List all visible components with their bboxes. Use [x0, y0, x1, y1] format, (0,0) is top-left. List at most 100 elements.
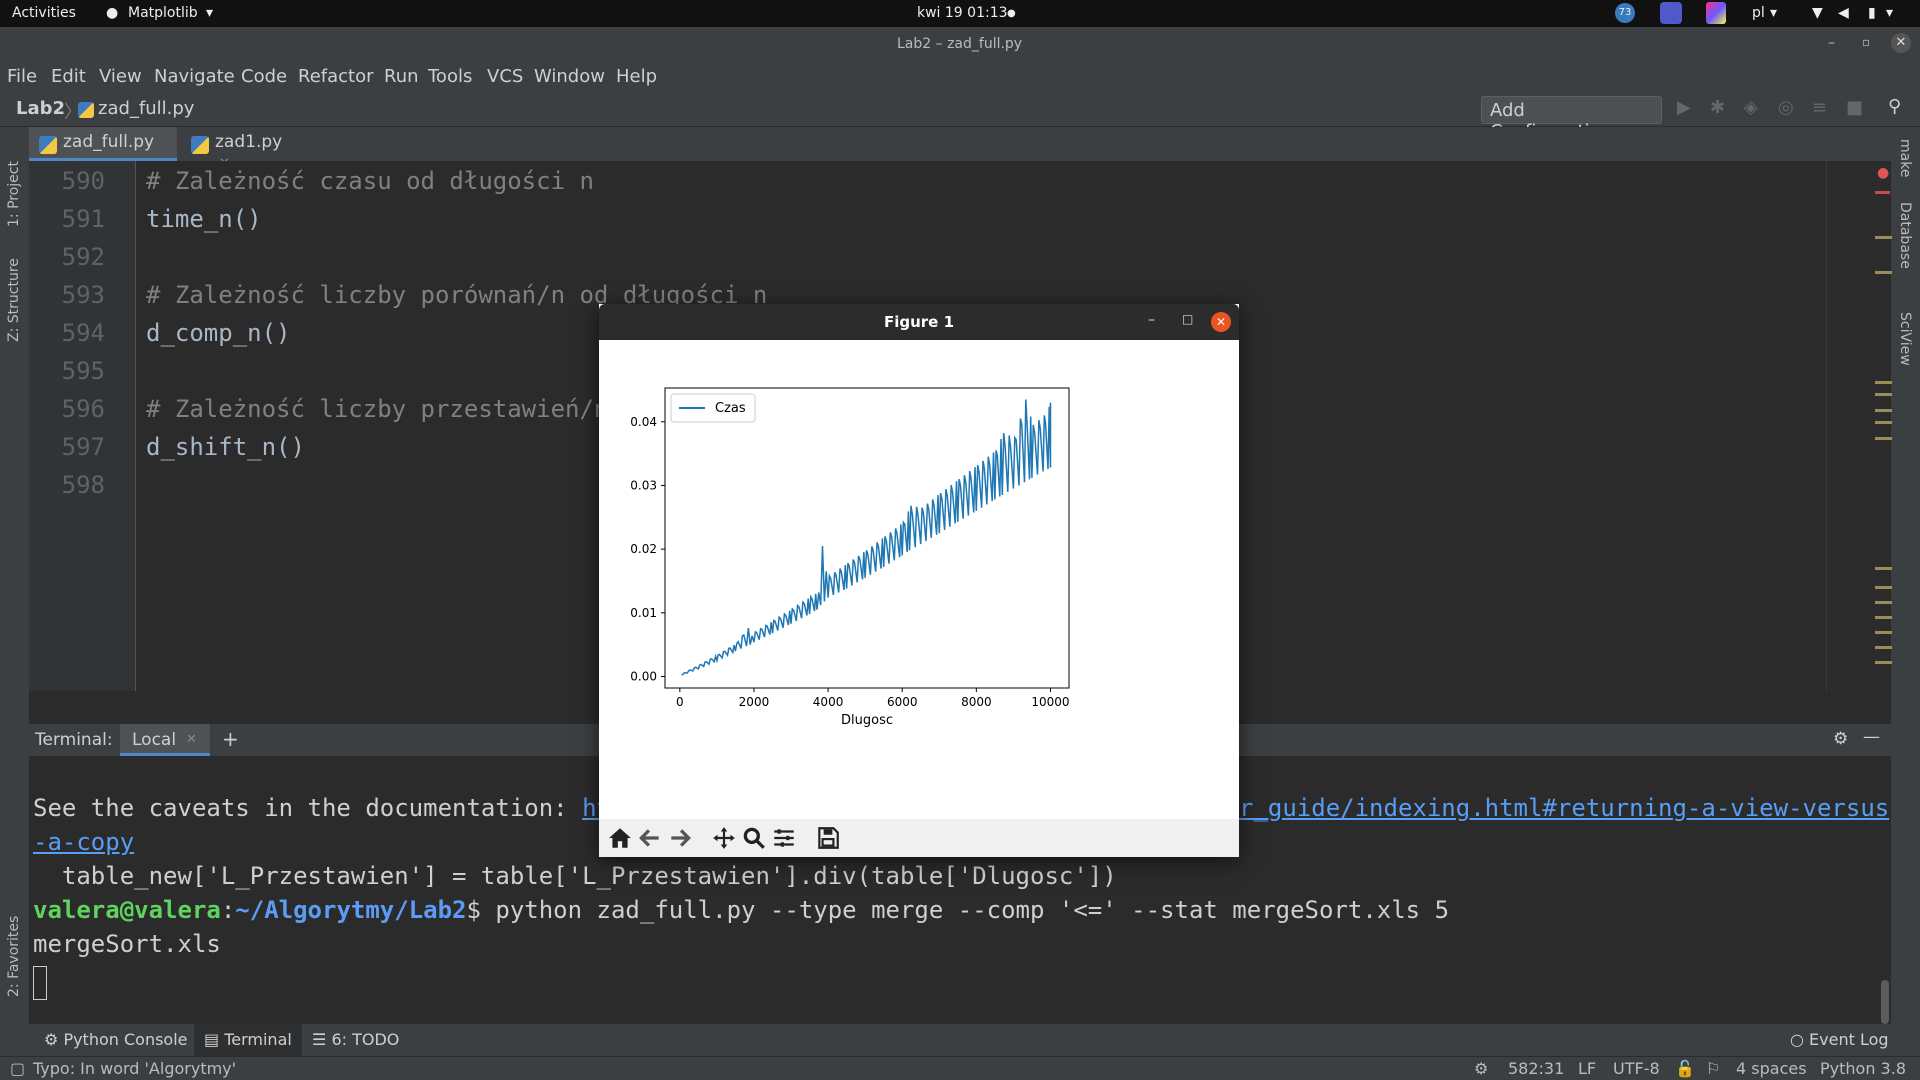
breadcrumb-project[interactable]: Lab2 [16, 98, 65, 119]
event-log-button[interactable]: ○ Event Log [1786, 1024, 1893, 1056]
app-menu-button[interactable]: Matplotlib [128, 5, 198, 21]
caret-position[interactable]: 582:31 [1508, 1059, 1564, 1078]
update-badge[interactable]: 73 [1615, 3, 1635, 23]
activities-button[interactable]: Activities [12, 5, 76, 21]
docs-link[interactable]: r_guide/indexing.html#returning-a-view-v… [1239, 794, 1889, 822]
new-terminal-icon[interactable]: + [222, 727, 239, 751]
toolbox-icon[interactable] [1706, 2, 1726, 24]
maximize-icon[interactable]: □ [1182, 312, 1193, 326]
code-line[interactable]: # Zależność czasu od długości n [146, 167, 594, 195]
menu-run[interactable]: Run [384, 66, 419, 87]
close-tab-icon[interactable]: ✕ [186, 732, 197, 747]
close-icon[interactable]: ✕ [1211, 312, 1231, 332]
warning-marker[interactable] [1875, 381, 1892, 384]
status-toggle-icon[interactable]: ▢ [10, 1059, 25, 1078]
forward-arrow-icon[interactable] [667, 825, 693, 851]
minimize-icon[interactable]: – [1148, 312, 1155, 328]
warning-marker[interactable] [1875, 646, 1892, 649]
code-line[interactable]: # Zależność liczby przestawień/n [146, 395, 608, 423]
teams-icon[interactable] [1660, 2, 1682, 24]
code-line[interactable]: d_shift_n() [146, 433, 305, 461]
file-encoding[interactable]: UTF-8 [1613, 1059, 1660, 1078]
warning-marker[interactable] [1875, 616, 1892, 619]
status-message[interactable]: Typo: In word 'Algorytmy' [33, 1059, 236, 1078]
todo-button[interactable]: ☰ 6: TODO [308, 1024, 403, 1056]
terminal-button[interactable]: ▤ Terminal [194, 1024, 302, 1056]
terminal-scrollbar[interactable] [1881, 980, 1889, 1024]
search-icon[interactable]: ⚲ [1888, 96, 1901, 117]
coverage-icon[interactable]: ◈ [1744, 97, 1758, 118]
database-panel-button[interactable]: Database [1897, 202, 1913, 269]
run-icon[interactable]: ▶ [1677, 97, 1691, 118]
hide-panel-icon[interactable]: — [1863, 727, 1880, 747]
structure-panel-button[interactable]: Z: Structure [6, 258, 22, 342]
warning-marker[interactable] [1875, 421, 1892, 424]
back-arrow-icon[interactable] [637, 825, 663, 851]
tab-zad-full[interactable]: zad_full.py ✕ [29, 127, 177, 171]
profile-icon[interactable]: ◎ [1778, 97, 1794, 118]
menu-edit[interactable]: Edit [51, 66, 86, 87]
configure-subplots-icon[interactable] [771, 825, 797, 851]
indent-setting[interactable]: 4 spaces [1736, 1059, 1807, 1078]
code-line[interactable]: time_n() [146, 205, 262, 233]
tab-zad1[interactable]: zad1.py ✕ [181, 127, 305, 171]
gear-icon[interactable]: ⚙ [1833, 729, 1848, 749]
stop-icon[interactable]: ■ [1846, 97, 1863, 118]
maximize-icon[interactable]: ▫ [1862, 35, 1870, 49]
pan-icon[interactable] [711, 825, 737, 851]
terminal-tab-local[interactable]: Local ✕ [120, 724, 210, 756]
chevron-down-icon[interactable]: ▾ [1886, 5, 1893, 21]
sciview-panel-button[interactable]: SciView [1897, 312, 1913, 366]
make-panel-button[interactable]: make [1897, 139, 1913, 177]
chart-canvas[interactable]: 0 2000 4000 6000 8000 10000 0.00 0.01 0.02 0.03 0.… [599, 340, 1239, 819]
volume-icon[interactable]: ◀ [1838, 5, 1849, 21]
figure-window[interactable]: Figure 1 – □ ✕ 0 2000 4000 6000 8000 10000 0.0… [599, 304, 1239, 857]
interpreter[interactable]: Python 3.8 [1820, 1059, 1906, 1078]
warning-marker[interactable] [1875, 437, 1892, 440]
menu-code[interactable]: Code [241, 66, 287, 87]
warning-marker[interactable] [1875, 586, 1892, 589]
menu-help[interactable]: Help [616, 66, 657, 87]
terminal-cursor[interactable] [33, 966, 47, 1000]
warning-marker[interactable] [1875, 661, 1892, 664]
inspector-icon[interactable]: ⚐ [1706, 1059, 1720, 1078]
save-icon[interactable] [815, 825, 841, 851]
code-line[interactable]: d_comp_n() [146, 319, 291, 347]
close-icon[interactable]: ✕ [1891, 33, 1911, 53]
menu-tools[interactable]: Tools [428, 66, 472, 87]
breadcrumb-file[interactable]: zad_full.py [98, 98, 194, 119]
python-console-button[interactable]: ⚙ Python Console [40, 1024, 192, 1056]
favorites-panel-button[interactable]: 2: Favorites [6, 916, 22, 997]
error-marker[interactable] [1875, 191, 1890, 194]
line-separator[interactable]: LF [1578, 1059, 1596, 1078]
debug-icon[interactable]: ✱ [1710, 97, 1725, 118]
warning-marker[interactable] [1875, 601, 1892, 604]
project-panel-button[interactable]: 1: Project [6, 161, 22, 227]
clock[interactable]: kwi 19 01:13 [917, 5, 1008, 21]
menu-file[interactable]: File [7, 66, 37, 87]
warning-marker[interactable] [1875, 409, 1892, 412]
menu-refactor[interactable]: Refactor [298, 66, 374, 87]
editor-error-stripe[interactable]: ● [1826, 161, 1892, 691]
docs-link[interactable]: -a-copy [33, 828, 134, 856]
menu-navigate[interactable]: Navigate [154, 66, 235, 87]
language-indicator[interactable]: pl [1752, 5, 1765, 21]
figure-title-bar[interactable]: Figure 1 [599, 304, 1239, 340]
minimize-icon[interactable]: – [1828, 35, 1835, 51]
warning-marker[interactable] [1875, 393, 1892, 396]
wifi-icon[interactable]: ▼ [1812, 5, 1823, 21]
warning-marker[interactable] [1875, 271, 1892, 274]
menu-view[interactable]: View [99, 66, 142, 87]
git-icon[interactable]: ⚙ [1474, 1059, 1488, 1078]
warning-marker[interactable] [1875, 567, 1892, 570]
menu-vcs[interactable]: VCS [487, 66, 523, 87]
menu-window[interactable]: Window [534, 66, 605, 87]
warning-marker[interactable] [1875, 631, 1892, 634]
error-icon[interactable]: ● [1877, 165, 1889, 181]
concurrency-icon[interactable]: ≡ [1812, 97, 1827, 118]
warning-marker[interactable] [1875, 236, 1892, 239]
add-configuration-button[interactable]: Add Configuration... [1481, 96, 1662, 142]
home-icon[interactable] [607, 825, 633, 851]
lock-icon[interactable]: 🔓 [1675, 1059, 1695, 1078]
zoom-icon[interactable] [741, 825, 767, 851]
